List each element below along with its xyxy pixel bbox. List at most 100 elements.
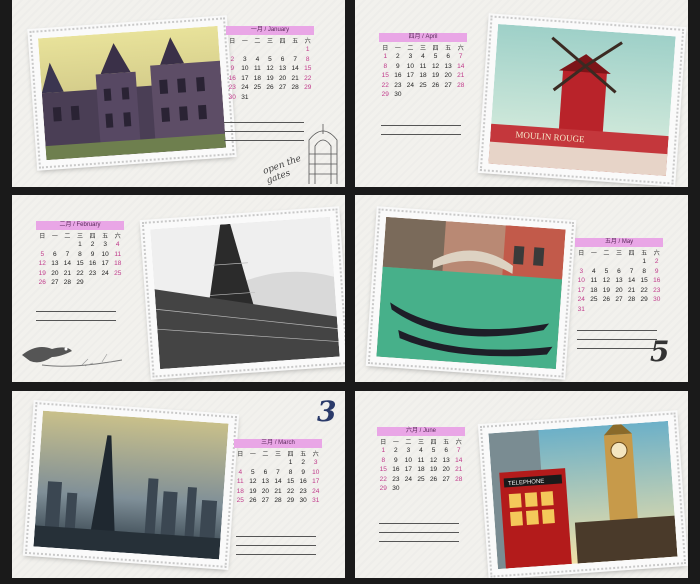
day-cell: 3 xyxy=(406,447,411,454)
empty-day-cell xyxy=(272,458,285,468)
weekday: 二 xyxy=(405,440,412,446)
day-cell: 31 xyxy=(241,93,249,101)
empty-day-cell xyxy=(251,93,264,103)
day-cell: 15 xyxy=(304,65,312,72)
empty-day-cell xyxy=(264,93,277,103)
weekday: 三 xyxy=(417,440,424,446)
weekday: 六 xyxy=(312,452,319,458)
weekday: 六 xyxy=(457,46,464,52)
day-cell: 5 xyxy=(433,53,438,60)
day-cell: 5 xyxy=(251,468,255,476)
photo-chateau xyxy=(29,17,235,169)
day-cell: 25 xyxy=(419,81,427,89)
day-cell: 8 xyxy=(305,55,310,63)
day-cell: 16 xyxy=(299,478,307,485)
empty-day-cell xyxy=(276,93,289,103)
weekday: 五 xyxy=(102,234,109,240)
day-cell: 24 xyxy=(577,296,585,303)
day-cell: 24 xyxy=(404,475,413,483)
day-cell: 6 xyxy=(444,447,448,454)
day-cell: 12 xyxy=(249,478,257,485)
weekday: 四 xyxy=(628,251,635,257)
note-lines xyxy=(381,125,461,143)
day-cell: 22 xyxy=(304,74,312,82)
month-header: 二月 / February xyxy=(36,221,124,230)
day-cell: 9 xyxy=(301,468,305,476)
day-cell: 21 xyxy=(274,487,282,495)
weekday: 六 xyxy=(653,251,660,257)
calendar-april: 四月 / April 日一二三四五六 1 2 3 4 5 6 7 8 9 10 11 12 13 14 15… xyxy=(379,33,467,100)
day-cell: 26 xyxy=(429,475,438,483)
day-cell: 31 xyxy=(312,497,320,504)
day-cell: 29 xyxy=(286,497,295,504)
empty-day-cell xyxy=(600,257,613,267)
photo-venice-gondolas xyxy=(367,208,575,378)
day-cell: 19 xyxy=(266,74,274,82)
weekday-row: 日一二三四五六 xyxy=(226,36,314,45)
month-header: 五月 / May xyxy=(575,238,663,247)
day-cell: 24 xyxy=(406,81,415,89)
day-cell: 20 xyxy=(261,487,270,495)
weekday: 日 xyxy=(578,251,585,257)
day-cell: 1 xyxy=(381,447,386,454)
day-cell: 25 xyxy=(253,84,262,91)
day-cell: 21 xyxy=(627,286,636,294)
day-cell: 29 xyxy=(381,91,389,98)
weekday: 四 xyxy=(430,440,437,446)
weekday: 二 xyxy=(64,234,71,240)
weekday: 六 xyxy=(114,234,121,240)
weekday-row: 日一二三四五六 xyxy=(36,231,124,240)
weekday: 五 xyxy=(443,440,450,446)
day-cell: 4 xyxy=(238,468,243,476)
photo-eiffel-tower xyxy=(141,208,345,378)
day-cell: 13 xyxy=(261,478,270,485)
day-cell: 27 xyxy=(615,296,623,303)
calendar-page-february: 二月 / February 日一二三四五六 1 2 3 4 5 6 7 8 9 10 11 12 13 1… xyxy=(12,195,345,382)
weekday-row: 日一二三四五六 xyxy=(379,43,467,52)
day-cell: 1 xyxy=(642,258,646,265)
day-cell: 15 xyxy=(640,277,648,284)
eiffel-tower-image xyxy=(150,216,340,370)
day-cell: 29 xyxy=(379,485,387,492)
calendar-page-may: 五月 / May 日一二三四五六 1 2 3 4 5 6 7 8 9 10 11 12 13 14 15 16… xyxy=(355,195,688,382)
weekday-row: 日一二三四五六 xyxy=(377,437,465,446)
photo-paris-skyline xyxy=(24,402,238,568)
day-cell: 6 xyxy=(280,55,285,63)
day-cell: 8 xyxy=(78,250,82,258)
paris-skyline-image xyxy=(33,410,229,560)
day-cell: 12 xyxy=(266,65,274,72)
empty-day-cell xyxy=(61,240,74,250)
day-cell: 19 xyxy=(429,466,438,473)
day-cell: 17 xyxy=(404,466,413,473)
gate-sketch-icon xyxy=(308,124,338,184)
day-cell: 1 xyxy=(288,459,293,466)
day-cell: 25 xyxy=(236,497,244,504)
empty-day-cell xyxy=(264,45,277,55)
day-cell: 20 xyxy=(278,74,287,82)
day-cell: 15 xyxy=(381,72,389,79)
day-cell: 14 xyxy=(63,260,72,267)
day-cell: 18 xyxy=(417,466,425,473)
day-cell: 30 xyxy=(394,91,402,98)
day-cell: 28 xyxy=(455,475,463,483)
calendar-march: 三月 / March 日一二三四五六 1 2 3 4 5 6 7 8 9 10 11 12 13 14 15… xyxy=(234,439,322,506)
day-cell: 26 xyxy=(249,497,257,504)
day-cell: 3 xyxy=(579,267,584,275)
day-cell: 16 xyxy=(88,260,97,267)
empty-day-cell xyxy=(276,45,289,55)
calendar-page-june: 六月 / June 日一二三四五六 1 2 3 4 5 6 7 8 9 10 11 12 13 14 15 1… xyxy=(355,391,688,578)
weekday: 五 xyxy=(445,46,452,52)
empty-day-cell xyxy=(289,45,302,55)
day-cell: 9 xyxy=(396,62,400,70)
day-cell: 4 xyxy=(255,55,260,63)
day-cell: 25 xyxy=(417,475,425,483)
day-cell: 5 xyxy=(431,447,436,454)
day-cell: 5 xyxy=(604,267,609,275)
day-cell: 4 xyxy=(421,53,425,60)
weekday: 三 xyxy=(76,234,83,240)
day-grid: 1 2 3 4 5 6 7 8 9 10 11 12 13 14 15 16 17 18 19 20 21 22 23 24 2… xyxy=(377,446,465,494)
day-cell: 17 xyxy=(312,478,320,485)
day-cell: 12 xyxy=(602,277,611,284)
weekday: 四 xyxy=(432,46,439,52)
day-cell: 10 xyxy=(406,62,415,70)
